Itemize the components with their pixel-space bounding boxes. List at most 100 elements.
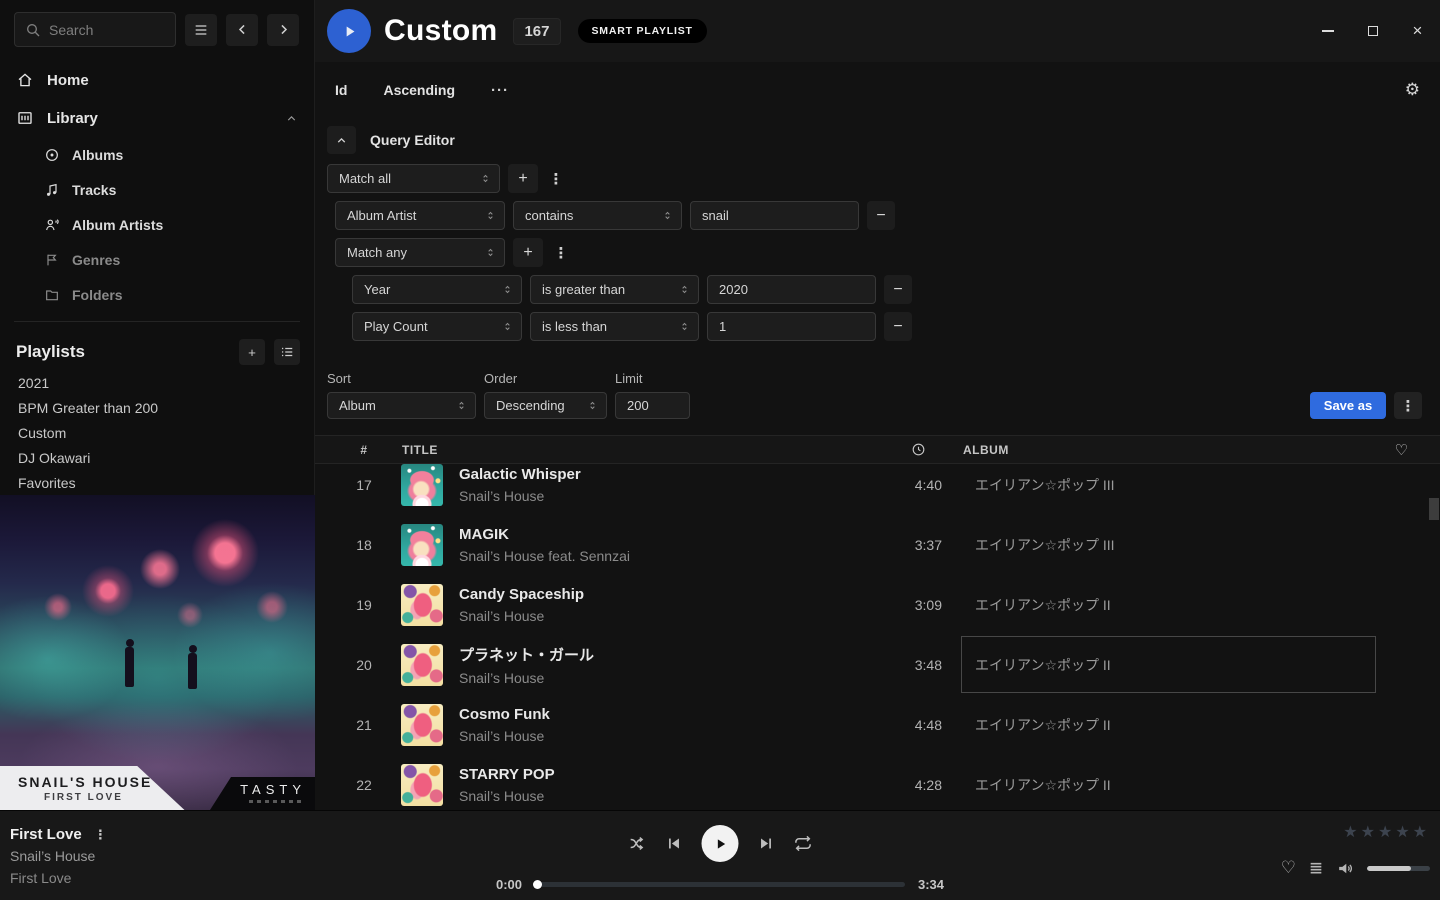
sidebar-item-home[interactable]: Home: [0, 61, 314, 99]
maximize-button[interactable]: [1350, 0, 1395, 62]
group-menu-button[interactable]: ⋮: [551, 238, 571, 267]
query-menu-button[interactable]: ⋮: [1394, 392, 1422, 419]
menu-button[interactable]: [185, 14, 217, 46]
seek-handle[interactable]: [533, 880, 542, 889]
volume-button[interactable]: [1336, 859, 1355, 878]
rule-operator-select[interactable]: contains: [513, 201, 682, 230]
group-menu-button[interactable]: ⋮: [546, 164, 566, 193]
column-album[interactable]: ALBUM: [963, 443, 1363, 457]
track-title[interactable]: MAGIK: [459, 526, 882, 543]
playlist-list-button[interactable]: [274, 339, 300, 365]
now-playing-artist[interactable]: Snail’s House: [10, 848, 107, 864]
track-album[interactable]: エイリアン☆ポップ III: [975, 475, 1375, 495]
playlist-item[interactable]: BPM Greater than 200: [0, 396, 314, 421]
track-album[interactable]: エイリアン☆ポップ II: [975, 655, 1375, 675]
rule-field-select[interactable]: Year: [352, 275, 522, 304]
rule-field-select[interactable]: Album Artist: [335, 201, 505, 230]
sidebar-item-library[interactable]: Library: [0, 99, 314, 137]
rule-operator-select[interactable]: is greater than: [530, 275, 699, 304]
column-duration[interactable]: [870, 442, 930, 457]
sidebar-item-folders[interactable]: Folders: [0, 277, 314, 312]
chevron-up-icon[interactable]: [285, 112, 298, 125]
favorite-button[interactable]: ♡: [1281, 858, 1296, 878]
track-album[interactable]: エイリアン☆ポップ II: [975, 715, 1375, 735]
table-row[interactable]: 20プラネット・ガールSnail’s House3:48エイリアン☆ポップ II: [315, 635, 1440, 695]
match-type-select[interactable]: Match any: [335, 238, 505, 267]
limit-input[interactable]: 200: [615, 392, 690, 419]
star-icon[interactable]: ★: [1378, 822, 1392, 842]
track-title[interactable]: Candy Spaceship: [459, 586, 882, 603]
shuffle-button[interactable]: [628, 834, 647, 853]
order-select[interactable]: Descending: [484, 392, 607, 419]
queue-button[interactable]: [1308, 860, 1324, 876]
column-number[interactable]: #: [339, 443, 389, 457]
column-favorite[interactable]: ♡: [1363, 441, 1440, 459]
add-rule-button[interactable]: +: [508, 164, 538, 193]
add-rule-button[interactable]: +: [513, 238, 543, 267]
remove-rule-button[interactable]: −: [884, 312, 912, 341]
sidebar-item-albums[interactable]: Albums: [0, 137, 314, 172]
rule-operator-select[interactable]: is less than: [530, 312, 699, 341]
table-row[interactable]: 18MAGIKSnail’s House feat. Sennzai3:37エイ…: [315, 515, 1440, 575]
track-artist[interactable]: Snail’s House feat. Sennzai: [459, 548, 882, 564]
nav-back-button[interactable]: [226, 14, 258, 46]
previous-button[interactable]: [666, 835, 683, 852]
match-type-select[interactable]: Match all: [327, 164, 500, 193]
star-icon[interactable]: ★: [1361, 822, 1375, 842]
column-title[interactable]: TITLE: [389, 443, 870, 457]
table-row[interactable]: 21Cosmo FunkSnail’s House4:48エイリアン☆ポップ I…: [315, 695, 1440, 755]
rule-value-input[interactable]: snail: [690, 201, 859, 230]
table-row[interactable]: 22STARRY POPSnail’s House4:28エイリアン☆ポップ I…: [315, 755, 1440, 815]
now-playing-album[interactable]: First Love: [10, 870, 107, 886]
playlist-item[interactable]: DJ Okawari: [0, 446, 314, 471]
settings-button[interactable]: ⚙: [1405, 80, 1420, 100]
track-album[interactable]: エイリアン☆ポップ II: [975, 595, 1375, 615]
playlist-item[interactable]: Custom: [0, 421, 314, 446]
track-artist[interactable]: Snail’s House: [459, 670, 882, 686]
track-artist[interactable]: Snail’s House: [459, 788, 882, 804]
close-button[interactable]: ×: [1395, 0, 1440, 62]
sort-field-button[interactable]: Id: [335, 82, 347, 98]
track-title[interactable]: STARRY POP: [459, 766, 882, 783]
sort-select[interactable]: Album: [327, 392, 476, 419]
collapse-query-editor-button[interactable]: [327, 126, 356, 154]
search-input[interactable]: Search: [14, 12, 176, 47]
add-playlist-button[interactable]: +: [239, 339, 265, 365]
star-icon[interactable]: ★: [1413, 822, 1427, 842]
play-playlist-button[interactable]: [327, 9, 371, 53]
volume-slider[interactable]: [1367, 866, 1430, 871]
track-menu-button[interactable]: ⋮: [94, 827, 107, 843]
track-artist[interactable]: Snail’s House: [459, 608, 882, 624]
sidebar-item-tracks[interactable]: Tracks: [0, 172, 314, 207]
table-row[interactable]: 19Candy SpaceshipSnail’s House3:09エイリアン☆…: [315, 575, 1440, 635]
more-options-button[interactable]: ···: [491, 82, 509, 99]
playlist-item[interactable]: 2021: [0, 371, 314, 396]
rule-field-select[interactable]: Play Count: [352, 312, 522, 341]
table-row[interactable]: 17Galactic WhisperSnail’s House4:40エイリアン…: [315, 464, 1440, 515]
sort-order-button[interactable]: Ascending: [383, 82, 455, 98]
track-album[interactable]: エイリアン☆ポップ III: [975, 535, 1375, 555]
sidebar-item-genres[interactable]: Genres: [0, 242, 314, 277]
track-title[interactable]: Cosmo Funk: [459, 706, 882, 723]
now-playing-cover-art[interactable]: SNAIL'S HOUSE FIRST LOVE TASTY: [0, 495, 315, 810]
track-title[interactable]: Galactic Whisper: [459, 466, 882, 483]
star-icon[interactable]: ★: [1395, 822, 1409, 842]
star-icon[interactable]: ★: [1343, 822, 1357, 842]
track-album[interactable]: エイリアン☆ポップ II: [975, 775, 1375, 795]
track-artist[interactable]: Snail’s House: [459, 728, 882, 744]
rule-value-input[interactable]: 1: [707, 312, 876, 341]
sidebar-item-album-artists[interactable]: Album Artists: [0, 207, 314, 242]
play-pause-button[interactable]: [702, 825, 739, 862]
playlist-item[interactable]: Favorites: [0, 471, 314, 496]
vertical-scrollbar-thumb[interactable]: [1429, 498, 1439, 520]
track-artist[interactable]: Snail’s House: [459, 488, 882, 504]
remove-rule-button[interactable]: −: [867, 201, 895, 230]
minimize-button[interactable]: [1305, 0, 1350, 62]
repeat-button[interactable]: [794, 834, 813, 853]
nav-forward-button[interactable]: [267, 14, 299, 46]
now-playing-track[interactable]: First Love: [10, 826, 82, 843]
seek-bar[interactable]: [535, 882, 905, 887]
rule-value-input[interactable]: 2020: [707, 275, 876, 304]
remove-rule-button[interactable]: −: [884, 275, 912, 304]
next-button[interactable]: [758, 835, 775, 852]
